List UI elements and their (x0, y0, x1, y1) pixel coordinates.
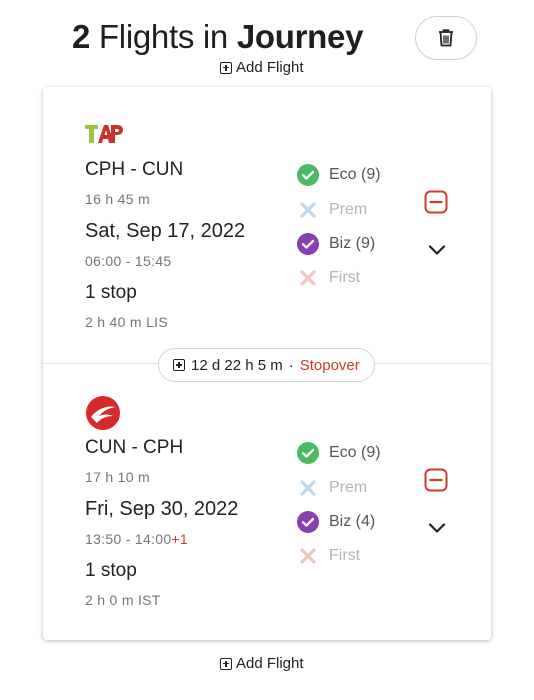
flight-count: 2 (72, 18, 91, 55)
cabin-first: First (297, 267, 360, 289)
layover-info: 2 h 40 m LIS (85, 314, 168, 330)
turkish-airlines-logo (86, 396, 120, 430)
add-flight-button-top[interactable]: Add Flight (220, 59, 304, 76)
title-journey: Journey (236, 18, 364, 55)
x-icon (300, 548, 316, 564)
cabin-eco[interactable]: Eco (9) (297, 164, 381, 186)
remove-flight-icon[interactable] (424, 468, 448, 492)
chevron-down-icon[interactable] (428, 522, 446, 534)
flight-times: 13:50 - 14:00+1 (85, 531, 188, 547)
cabin-label: First (329, 269, 361, 286)
cabin-label: Biz (9) (329, 235, 376, 252)
flight-segment-1[interactable]: CPH - CUN 16 h 45 m Sat, Sep 17, 2022 06… (43, 87, 491, 347)
flight-date: Sat, Sep 17, 2022 (85, 220, 246, 242)
x-icon (300, 480, 316, 496)
x-icon (300, 270, 316, 286)
cabin-biz[interactable]: Biz (4) (297, 511, 375, 533)
flight-times: 06:00 - 15:45 (85, 253, 171, 269)
cabin-biz[interactable]: Biz (9) (297, 233, 375, 255)
cabin-prem: Prem (297, 477, 367, 499)
route: CUN - CPH (85, 437, 184, 458)
add-icon (220, 61, 232, 74)
layover-info: 2 h 0 m IST (85, 592, 161, 608)
flight-duration: 17 h 10 m (85, 469, 150, 485)
add-flight-label: Add Flight (236, 655, 304, 672)
cabin-label: Eco (9) (329, 166, 381, 183)
cabin-first: First (297, 545, 360, 567)
route: CPH - CUN (85, 159, 184, 180)
tap-airline-logo (85, 125, 123, 143)
add-flight-button-bottom[interactable]: Add Flight (220, 655, 304, 672)
cabin-label: Prem (329, 479, 368, 496)
check-circle-icon (297, 164, 319, 186)
trash-icon (439, 29, 453, 47)
flight-date: Fri, Sep 30, 2022 (85, 498, 239, 520)
add-flight-label: Add Flight (236, 59, 304, 76)
cabin-label: Prem (329, 201, 368, 218)
flight-duration: 16 h 45 m (85, 191, 150, 207)
flight-segment-2[interactable]: CUN - CPH 17 h 10 m Fri, Sep 30, 2022 13… (43, 365, 491, 625)
cabin-eco[interactable]: Eco (9) (297, 442, 381, 464)
add-icon (220, 657, 232, 670)
day-offset: +1 (171, 531, 188, 547)
check-circle-icon (297, 233, 319, 255)
page-title: 2 Flights in Journey (72, 18, 363, 56)
times-text: 06:00 - 15:45 (85, 253, 172, 269)
title-middle: Flights in (90, 18, 237, 55)
cabin-label: First (329, 547, 361, 564)
x-icon (300, 202, 316, 218)
cabin-prem: Prem (297, 199, 367, 221)
check-circle-icon (297, 442, 319, 464)
delete-journey-button[interactable] (415, 16, 477, 60)
chevron-down-icon[interactable] (428, 244, 446, 256)
cabin-label: Biz (4) (329, 513, 376, 530)
check-circle-icon (297, 511, 319, 533)
stops-count: 1 stop (85, 560, 137, 581)
stops-count: 1 stop (85, 282, 137, 303)
journey-card: CPH - CUN 16 h 45 m Sat, Sep 17, 2022 06… (43, 87, 491, 640)
times-text: 13:50 - 14:00 (85, 531, 172, 547)
remove-flight-icon[interactable] (424, 190, 448, 214)
cabin-label: Eco (9) (329, 444, 381, 461)
